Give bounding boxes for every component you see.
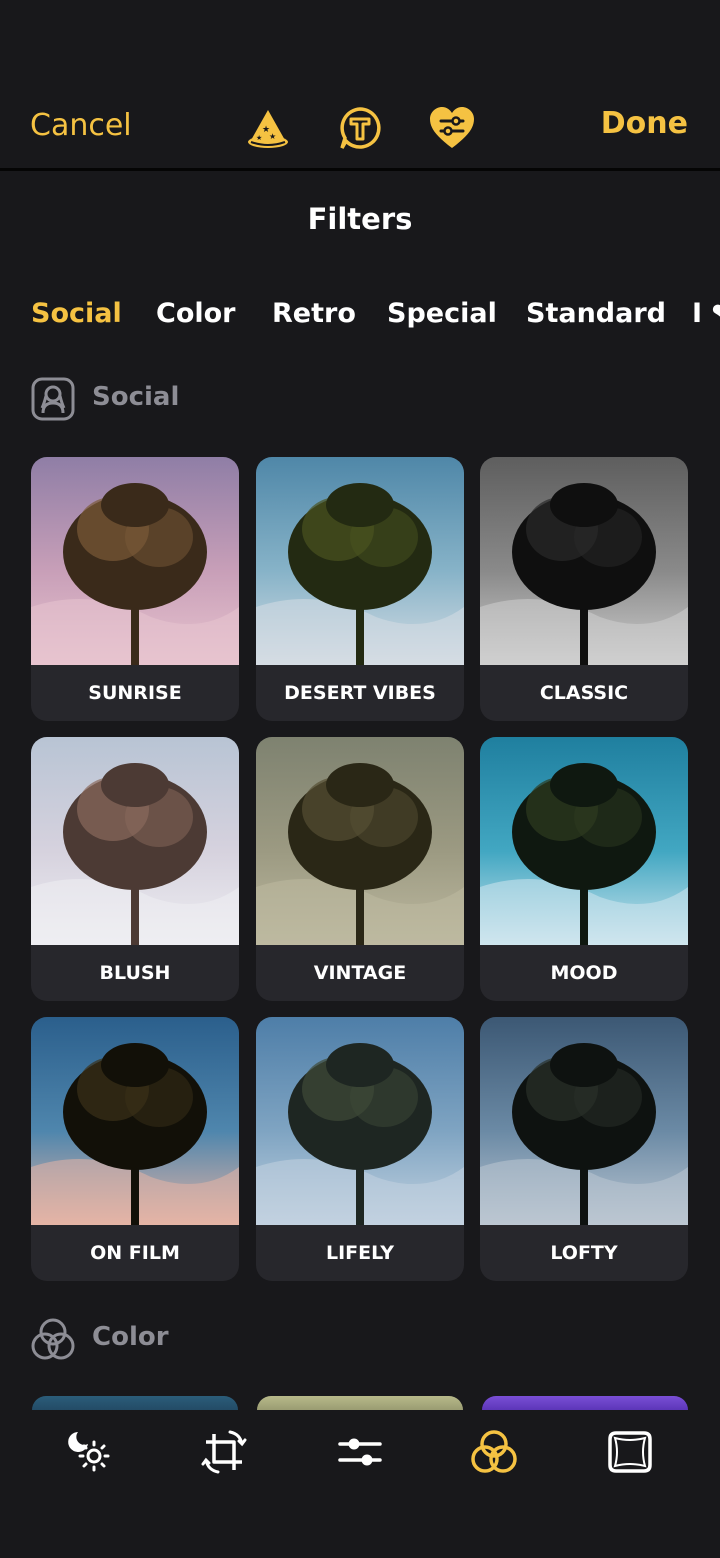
filter-card-classic[interactable]: CLASSIC (480, 457, 688, 721)
text-bubble-icon[interactable] (336, 104, 384, 152)
filter-card-sunrise[interactable]: SUNRISE (31, 457, 239, 721)
filter-label: CLASSIC (539, 682, 629, 704)
filter-label: DESERT VIBES (284, 682, 436, 704)
filters-icon[interactable] (470, 1428, 518, 1476)
filter-preview-image (480, 737, 688, 945)
filter-preview-image (31, 1017, 239, 1225)
filter-card-blush[interactable]: BLUSH (31, 737, 239, 1001)
section-header-color: Color (30, 1316, 330, 1362)
top-bar-divider (0, 168, 720, 171)
filter-label: LOFTY (550, 1242, 618, 1264)
filter-label: SUNRISE (88, 682, 182, 704)
three-circles-icon (31, 1318, 75, 1360)
filter-preview-image (256, 1017, 464, 1225)
tab-social[interactable]: Social (31, 298, 122, 329)
filter-card-mood[interactable]: MOOD (480, 737, 688, 1001)
filter-card-peek[interactable] (32, 1396, 238, 1410)
adjust-sliders-icon[interactable] (336, 1428, 384, 1476)
heart-adjust-icon[interactable] (428, 104, 476, 152)
tab-standard[interactable]: Standard (526, 298, 666, 329)
tab-special[interactable]: Special (387, 298, 497, 329)
tab-i-love[interactable]: I ❤ (692, 298, 720, 329)
filter-card-desert-vibes[interactable]: DESERT VIBES (256, 457, 464, 721)
done-button[interactable]: Done (601, 106, 688, 141)
section-title: Social (92, 382, 180, 412)
frame-icon[interactable] (606, 1428, 654, 1476)
filter-preview-image (256, 457, 464, 665)
section-header-social: Social (30, 376, 330, 422)
cancel-button[interactable]: Cancel (30, 108, 132, 143)
filter-label: ON FILM (90, 1242, 180, 1264)
page-title: Filters (307, 202, 413, 236)
filter-card-peek[interactable] (482, 1396, 688, 1410)
filter-label: VINTAGE (313, 962, 407, 984)
wizard-hat-icon[interactable]: ★ ★ ★ (244, 104, 292, 152)
filter-preview-image (256, 737, 464, 945)
filter-preview-image (31, 457, 239, 665)
filter-card-vintage[interactable]: VINTAGE (256, 737, 464, 1001)
filter-card-lofty[interactable]: LOFTY (480, 1017, 688, 1281)
svg-text:★: ★ (256, 134, 262, 142)
filter-preview-image (31, 737, 239, 945)
portrait-frame-icon (31, 377, 75, 421)
filter-card-peek[interactable] (257, 1396, 463, 1410)
filter-preview-image (480, 457, 688, 665)
tab-color[interactable]: Color (156, 298, 235, 329)
svg-text:★: ★ (269, 132, 276, 141)
filter-label: MOOD (550, 962, 618, 984)
auto-enhance-icon[interactable] (66, 1428, 114, 1476)
filter-label: BLUSH (99, 962, 171, 984)
filter-card-lifely[interactable]: LIFELY (256, 1017, 464, 1281)
filter-category-tabs: Social Color Retro Special Standard I ❤ (0, 298, 720, 338)
filter-label: LIFELY (325, 1242, 395, 1264)
filter-preview-image (480, 1017, 688, 1225)
crop-rotate-icon[interactable] (200, 1428, 248, 1476)
tab-retro[interactable]: Retro (272, 298, 356, 329)
section-title: Color (92, 1322, 169, 1352)
filter-card-on-film[interactable]: ON FILM (31, 1017, 239, 1281)
